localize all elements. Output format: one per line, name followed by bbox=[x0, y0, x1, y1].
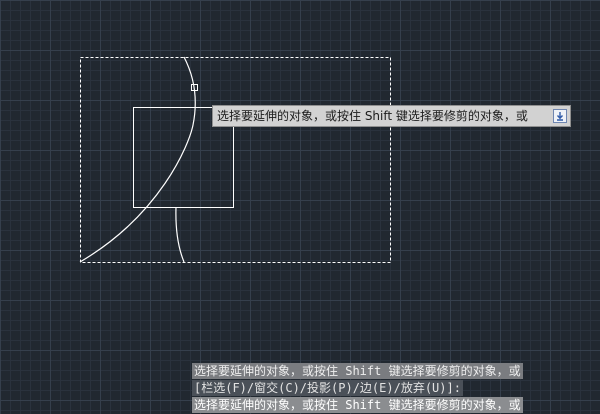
drawing-canvas[interactable] bbox=[0, 0, 600, 414]
expand-options-button[interactable] bbox=[553, 109, 567, 123]
command-options-line: [栏选(F)/窗交(C)/投影(P)/边(E)/放弃(U)]: bbox=[192, 380, 463, 396]
tooltip-prompt-text: 选择要延伸的对象，或按住 Shift 键选择要修剪的对象，或 bbox=[217, 109, 528, 123]
down-arrow-icon bbox=[553, 109, 567, 123]
command-history-line: 选择要延伸的对象，或按住 Shift 键选择要修剪的对象，或 bbox=[192, 363, 523, 379]
command-prompt-line: 选择要延伸的对象，或按住 Shift 键选择要修剪的对象，或 bbox=[192, 397, 523, 413]
dynamic-input-tooltip: 选择要延伸的对象，或按住 Shift 键选择要修剪的对象，或 bbox=[212, 105, 571, 127]
grid bbox=[0, 0, 600, 414]
